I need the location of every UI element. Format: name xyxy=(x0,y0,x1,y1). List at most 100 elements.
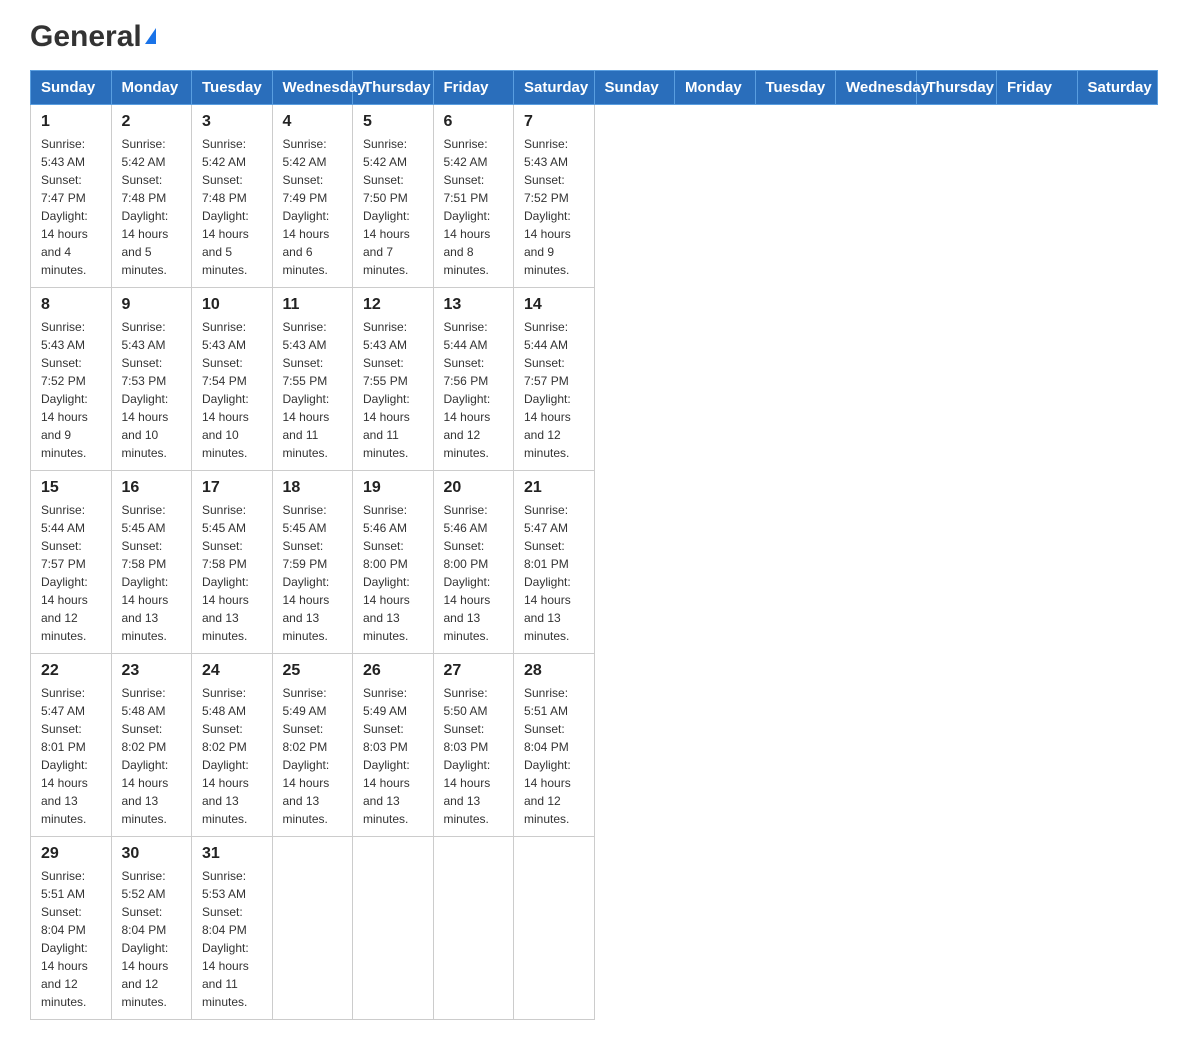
day-info: Sunrise: 5:47 AMSunset: 8:01 PMDaylight:… xyxy=(524,503,571,643)
day-info: Sunrise: 5:51 AMSunset: 8:04 PMDaylight:… xyxy=(41,869,88,1009)
calendar-cell: 21 Sunrise: 5:47 AMSunset: 8:01 PMDayligh… xyxy=(514,471,595,654)
day-header-wednesday: Wednesday xyxy=(836,71,917,105)
page-header: General xyxy=(30,20,1158,50)
calendar-cell: 19Sunrise: 5:46 AMSunset: 8:00 PMDayligh… xyxy=(353,471,434,654)
day-header-monday: Monday xyxy=(111,71,192,105)
day-number: 25 xyxy=(283,662,343,680)
calendar-week-row: 1 Sunrise: 5:43 AMSunset: 7:47 PMDaylight… xyxy=(31,105,1158,288)
day-number: 17 xyxy=(202,479,262,497)
day-info: Sunrise: 5:44 AMSunset: 7:57 PMDaylight:… xyxy=(524,320,571,460)
day-info: Sunrise: 5:42 AMSunset: 7:51 PMDaylight:… xyxy=(444,137,491,277)
calendar-cell: 30Sunrise: 5:52 AMSunset: 8:04 PMDayligh… xyxy=(111,837,192,1020)
calendar-cell: 20Sunrise: 5:46 AMSunset: 8:00 PMDayligh… xyxy=(433,471,514,654)
day-number: 22 xyxy=(41,662,101,680)
day-number: 4 xyxy=(283,113,343,131)
calendar-cell: 2 Sunrise: 5:42 AMSunset: 7:48 PMDaylight… xyxy=(111,105,192,288)
day-number: 18 xyxy=(283,479,343,497)
day-info: Sunrise: 5:48 AMSunset: 8:02 PMDaylight:… xyxy=(122,686,169,826)
day-info: Sunrise: 5:49 AMSunset: 8:02 PMDaylight:… xyxy=(283,686,330,826)
calendar-cell: 25 Sunrise: 5:49 AMSunset: 8:02 PMDayligh… xyxy=(272,654,353,837)
day-info: Sunrise: 5:43 AMSunset: 7:52 PMDaylight:… xyxy=(524,137,571,277)
day-info: Sunrise: 5:44 AMSunset: 7:57 PMDaylight:… xyxy=(41,503,88,643)
day-info: Sunrise: 5:50 AMSunset: 8:03 PMDaylight:… xyxy=(444,686,491,826)
day-header-thursday: Thursday xyxy=(916,71,997,105)
calendar-cell: 7 Sunrise: 5:43 AMSunset: 7:52 PMDaylight… xyxy=(514,105,595,288)
day-number: 24 xyxy=(202,662,262,680)
day-info: Sunrise: 5:43 AMSunset: 7:53 PMDaylight:… xyxy=(122,320,169,460)
calendar-cell: 3Sunrise: 5:42 AMSunset: 7:48 PMDaylight… xyxy=(192,105,273,288)
calendar-cell: 28Sunrise: 5:51 AMSunset: 8:04 PMDayligh… xyxy=(514,654,595,837)
day-number: 12 xyxy=(363,296,423,314)
day-header-tuesday: Tuesday xyxy=(755,71,836,105)
calendar-cell: 5Sunrise: 5:42 AMSunset: 7:50 PMDaylight… xyxy=(353,105,434,288)
logo-general-text: General xyxy=(30,20,142,54)
day-number: 31 xyxy=(202,845,262,863)
day-info: Sunrise: 5:43 AMSunset: 7:55 PMDaylight:… xyxy=(283,320,330,460)
calendar-cell: 29 Sunrise: 5:51 AMSunset: 8:04 PMDayligh… xyxy=(31,837,112,1020)
day-info: Sunrise: 5:48 AMSunset: 8:02 PMDaylight:… xyxy=(202,686,249,826)
calendar-cell: 18 Sunrise: 5:45 AMSunset: 7:59 PMDayligh… xyxy=(272,471,353,654)
calendar-cell: 9Sunrise: 5:43 AMSunset: 7:53 PMDaylight… xyxy=(111,288,192,471)
day-header-wednesday: Wednesday xyxy=(272,71,353,105)
day-header-sunday: Sunday xyxy=(594,71,675,105)
day-info: Sunrise: 5:43 AMSunset: 7:54 PMDaylight:… xyxy=(202,320,249,460)
day-number: 6 xyxy=(444,113,504,131)
day-info: Sunrise: 5:43 AMSunset: 7:52 PMDaylight:… xyxy=(41,320,88,460)
day-number: 7 xyxy=(524,113,584,131)
calendar-cell xyxy=(514,837,595,1020)
day-number: 27 xyxy=(444,662,504,680)
calendar-cell: 4 Sunrise: 5:42 AMSunset: 7:49 PMDaylight… xyxy=(272,105,353,288)
day-info: Sunrise: 5:53 AMSunset: 8:04 PMDaylight:… xyxy=(202,869,249,1009)
day-number: 23 xyxy=(122,662,182,680)
calendar-cell: 17 Sunrise: 5:45 AMSunset: 7:58 PMDayligh… xyxy=(192,471,273,654)
calendar-header-row: SundayMondayTuesdayWednesdayThursdayFrid… xyxy=(31,71,1158,105)
calendar-cell: 6 Sunrise: 5:42 AMSunset: 7:51 PMDaylight… xyxy=(433,105,514,288)
day-number: 10 xyxy=(202,296,262,314)
day-number: 15 xyxy=(41,479,101,497)
day-number: 29 xyxy=(41,845,101,863)
day-info: Sunrise: 5:42 AMSunset: 7:48 PMDaylight:… xyxy=(122,137,169,277)
day-header-saturday: Saturday xyxy=(514,71,595,105)
day-info: Sunrise: 5:45 AMSunset: 7:59 PMDaylight:… xyxy=(283,503,330,643)
calendar-cell: 26Sunrise: 5:49 AMSunset: 8:03 PMDayligh… xyxy=(353,654,434,837)
day-info: Sunrise: 5:47 AMSunset: 8:01 PMDaylight:… xyxy=(41,686,88,826)
calendar-cell xyxy=(353,837,434,1020)
day-info: Sunrise: 5:49 AMSunset: 8:03 PMDaylight:… xyxy=(363,686,410,826)
calendar-cell: 23 Sunrise: 5:48 AMSunset: 8:02 PMDayligh… xyxy=(111,654,192,837)
calendar-cell: 13 Sunrise: 5:44 AMSunset: 7:56 PMDayligh… xyxy=(433,288,514,471)
calendar-cell: 22 Sunrise: 5:47 AMSunset: 8:01 PMDayligh… xyxy=(31,654,112,837)
day-number: 1 xyxy=(41,113,101,131)
day-info: Sunrise: 5:44 AMSunset: 7:56 PMDaylight:… xyxy=(444,320,491,460)
calendar-table: SundayMondayTuesdayWednesdayThursdayFrid… xyxy=(30,70,1158,1020)
calendar-cell xyxy=(433,837,514,1020)
day-number: 2 xyxy=(122,113,182,131)
logo: General xyxy=(30,20,156,50)
calendar-week-row: 22 Sunrise: 5:47 AMSunset: 8:01 PMDayligh… xyxy=(31,654,1158,837)
day-info: Sunrise: 5:52 AMSunset: 8:04 PMDaylight:… xyxy=(122,869,169,1009)
day-info: Sunrise: 5:43 AMSunset: 7:55 PMDaylight:… xyxy=(363,320,410,460)
day-info: Sunrise: 5:42 AMSunset: 7:50 PMDaylight:… xyxy=(363,137,410,277)
day-info: Sunrise: 5:46 AMSunset: 8:00 PMDaylight:… xyxy=(363,503,410,643)
day-info: Sunrise: 5:43 AMSunset: 7:47 PMDaylight:… xyxy=(41,137,88,277)
calendar-cell: 1 Sunrise: 5:43 AMSunset: 7:47 PMDaylight… xyxy=(31,105,112,288)
day-number: 21 xyxy=(524,479,584,497)
calendar-cell: 12 Sunrise: 5:43 AMSunset: 7:55 PMDayligh… xyxy=(353,288,434,471)
calendar-cell: 14 Sunrise: 5:44 AMSunset: 7:57 PMDayligh… xyxy=(514,288,595,471)
day-info: Sunrise: 5:45 AMSunset: 7:58 PMDaylight:… xyxy=(202,503,249,643)
calendar-cell: 15 Sunrise: 5:44 AMSunset: 7:57 PMDayligh… xyxy=(31,471,112,654)
day-info: Sunrise: 5:45 AMSunset: 7:58 PMDaylight:… xyxy=(122,503,169,643)
calendar-cell: 11 Sunrise: 5:43 AMSunset: 7:55 PMDayligh… xyxy=(272,288,353,471)
calendar-week-row: 29 Sunrise: 5:51 AMSunset: 8:04 PMDayligh… xyxy=(31,837,1158,1020)
day-info: Sunrise: 5:42 AMSunset: 7:48 PMDaylight:… xyxy=(202,137,249,277)
day-number: 14 xyxy=(524,296,584,314)
day-info: Sunrise: 5:42 AMSunset: 7:49 PMDaylight:… xyxy=(283,137,330,277)
day-number: 11 xyxy=(283,296,343,314)
calendar-week-row: 8 Sunrise: 5:43 AMSunset: 7:52 PMDaylight… xyxy=(31,288,1158,471)
calendar-cell xyxy=(272,837,353,1020)
day-number: 8 xyxy=(41,296,101,314)
day-header-friday: Friday xyxy=(997,71,1078,105)
day-number: 20 xyxy=(444,479,504,497)
day-number: 13 xyxy=(444,296,504,314)
day-header-friday: Friday xyxy=(433,71,514,105)
day-number: 28 xyxy=(524,662,584,680)
